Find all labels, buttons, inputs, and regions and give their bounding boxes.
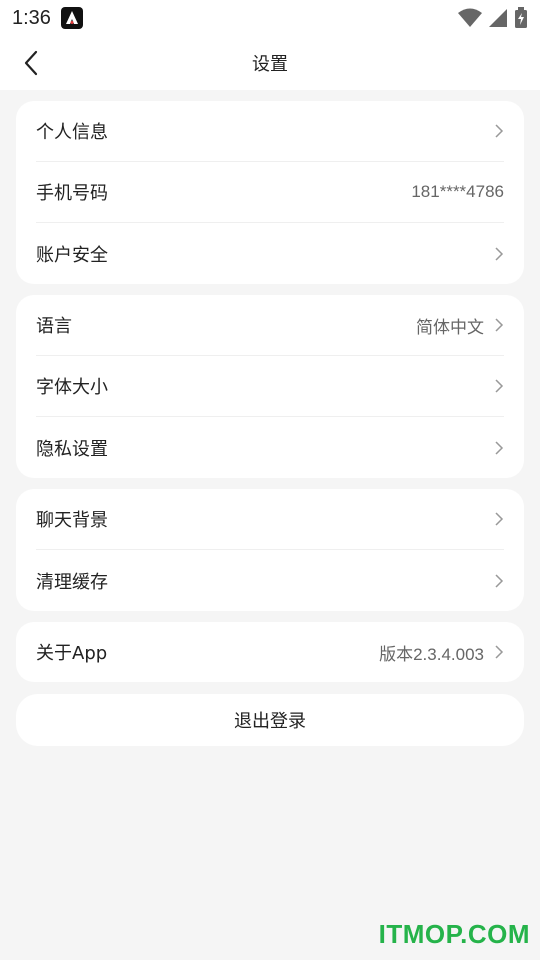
navigation-header: 设置 [0,36,540,90]
settings-item-label: 字体大小 [36,377,108,398]
logout-label: 退出登录 [234,711,306,732]
status-time: 1:36 [12,6,51,29]
settings-item-about-app[interactable]: 关于App 版本2.3.4.003 [36,622,504,682]
app-version-value: 版本2.3.4.003 [379,644,484,664]
phone-number-value: 181****4786 [411,182,504,201]
chevron-right-icon [494,317,504,333]
settings-item-label: 语言 [36,316,72,337]
page-title: 设置 [252,54,288,75]
chevron-right-icon [494,378,504,394]
back-button[interactable] [16,48,46,78]
chevron-right-icon [494,511,504,527]
status-icons [458,7,528,29]
logout-button[interactable]: 退出登录 [16,694,524,746]
settings-item-label: 个人信息 [36,122,108,143]
chevron-right-icon [494,573,504,589]
settings-item-chat-background[interactable]: 聊天背景 [36,489,504,550]
settings-item-clear-cache[interactable]: 清理缓存 [36,550,504,611]
settings-group-about: 关于App 版本2.3.4.003 [16,622,524,682]
back-arrow-icon [24,50,38,76]
settings-item-label: 手机号码 [36,183,108,204]
watermark: ITMOP.COM [378,919,530,949]
language-value: 简体中文 [416,317,484,337]
chevron-right-icon [494,644,504,660]
settings-item-label: 隐私设置 [36,438,108,460]
settings-item-label: 清理缓存 [36,571,108,593]
settings-item-font-size[interactable]: 字体大小 [36,356,504,417]
battery-icon [515,7,527,28]
chevron-right-icon [494,440,504,456]
settings-item-personal-info[interactable]: 个人信息 [36,101,504,162]
settings-group-account: 个人信息 手机号码 181****4786 账户安全 [16,101,524,284]
settings-item-phone[interactable]: 手机号码 181****4786 [36,162,504,223]
settings-item-label: 关于App [36,643,108,664]
signal-icon [489,9,507,27]
settings-item-account-security[interactable]: 账户安全 [36,223,504,284]
settings-group-chat: 聊天背景 清理缓存 [16,489,524,611]
settings-group-preferences: 语言 简体中文 字体大小 隐私设置 [16,295,524,478]
app-notification-icon [60,7,83,29]
settings-item-label: 账户安全 [36,244,108,266]
wifi-icon [458,8,482,27]
settings-item-privacy[interactable]: 隐私设置 [36,417,504,478]
chevron-right-icon [494,123,504,139]
settings-item-label: 聊天背景 [36,510,108,531]
chevron-right-icon [494,246,504,262]
status-bar: 1:36 [0,0,540,36]
settings-item-language[interactable]: 语言 简体中文 [36,295,504,356]
